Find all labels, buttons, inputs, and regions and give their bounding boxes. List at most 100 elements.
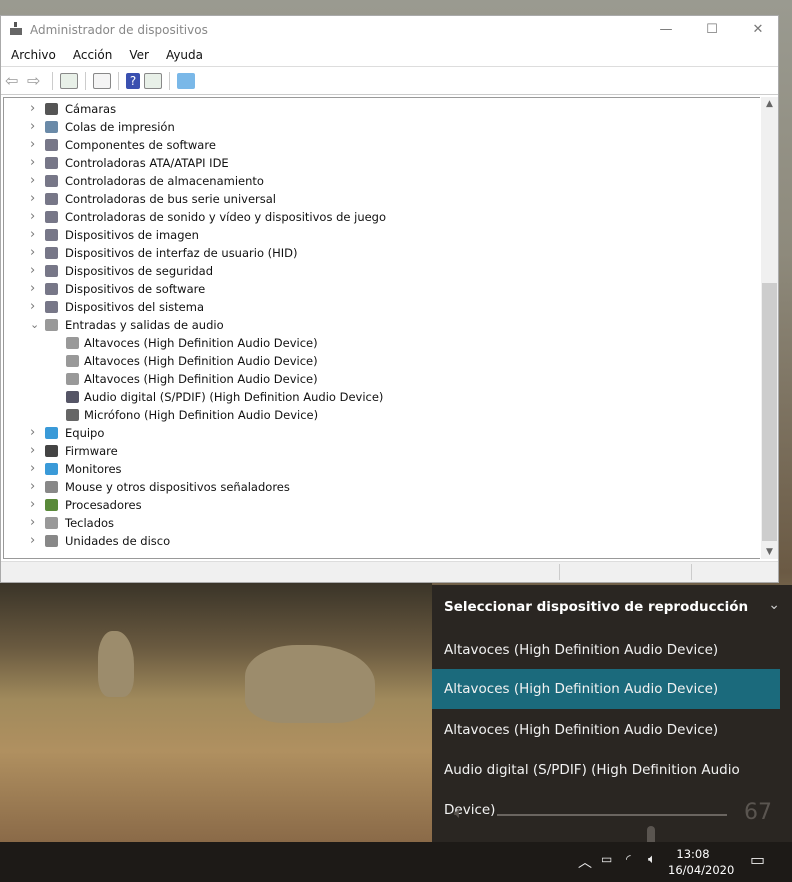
tree-item[interactable]: Altavoces (High Definition Audio Device) bbox=[4, 334, 754, 352]
tree-item-label: Controladoras ATA/ATAPI IDE bbox=[65, 156, 229, 170]
toolbar: ⇦ ⇨ ? bbox=[1, 66, 778, 95]
tree-item[interactable]: › Teclados bbox=[4, 514, 754, 532]
imaging-icon bbox=[45, 229, 58, 241]
battery-icon[interactable]: ▭ bbox=[601, 852, 612, 866]
vertical-scrollbar[interactable]: ▲ ▼ bbox=[761, 97, 778, 559]
menu-ver[interactable]: Ver bbox=[129, 48, 149, 62]
device-option[interactable]: Altavoces (High Definition Audio Device) bbox=[432, 710, 780, 750]
minimize-button[interactable]: — bbox=[643, 16, 689, 44]
clock[interactable]: 13:08 16/04/2020 bbox=[668, 846, 734, 878]
expand-chevron-icon[interactable]: › bbox=[30, 262, 38, 280]
forward-arrow-icon[interactable]: ⇨ bbox=[27, 72, 45, 89]
expand-chevron-icon[interactable]: › bbox=[30, 100, 38, 118]
network-icon[interactable]: ◜ bbox=[626, 852, 631, 866]
tree-item[interactable]: Altavoces (High Definition Audio Device) bbox=[4, 352, 754, 370]
tree-item[interactable]: › Dispositivos de interfaz de usuario (HI… bbox=[4, 244, 754, 262]
tree-item[interactable]: › Unidades de disco bbox=[4, 532, 754, 550]
expand-chevron-icon[interactable]: › bbox=[30, 136, 38, 154]
tree-item[interactable]: › Controladoras ATA/ATAPI IDE bbox=[4, 154, 754, 172]
collapse-chevron-icon[interactable]: ⌄ bbox=[30, 316, 39, 334]
tree-item[interactable]: Altavoces (High Definition Audio Device) bbox=[4, 370, 754, 388]
expand-chevron-icon[interactable]: › bbox=[30, 172, 38, 190]
expand-chevron-icon[interactable]: › bbox=[30, 280, 38, 298]
tree-item[interactable]: › Componentes de software bbox=[4, 136, 754, 154]
expand-chevron-icon[interactable]: › bbox=[30, 478, 38, 496]
menu-ayuda[interactable]: Ayuda bbox=[166, 48, 203, 62]
speaker-icon bbox=[66, 373, 79, 385]
tree-item-label: Dispositivos de seguridad bbox=[65, 264, 214, 278]
show-hidden-icons-chevron-icon[interactable]: ︿ bbox=[578, 852, 592, 872]
menu-accion[interactable]: Acción bbox=[73, 48, 112, 62]
expand-chevron-icon[interactable]: › bbox=[30, 208, 38, 226]
menu-archivo[interactable]: Archivo bbox=[11, 48, 56, 62]
tree-item[interactable]: › Controladoras de bus serie universal bbox=[4, 190, 754, 208]
device-option-selected[interactable]: Altavoces (High Definition Audio Device) bbox=[432, 669, 780, 709]
tree-item[interactable]: › Dispositivos de seguridad bbox=[4, 262, 754, 280]
volume-icon[interactable]: 🔈︎ bbox=[648, 852, 656, 867]
expand-chevron-icon[interactable]: › bbox=[30, 460, 38, 478]
device-option[interactable]: Audio digital (S/PDIF) (High Definition … bbox=[432, 750, 780, 818]
close-button[interactable]: ✕ bbox=[735, 16, 781, 44]
tree-item-label: Audio digital (S/PDIF) (High Definition … bbox=[84, 390, 384, 404]
ide-controller-icon bbox=[45, 157, 58, 169]
tree-item-label: Monitores bbox=[65, 462, 122, 476]
expand-chevron-icon[interactable]: › bbox=[30, 424, 38, 442]
expand-chevron-icon[interactable]: › bbox=[30, 514, 38, 532]
scroll-up-arrow[interactable]: ▲ bbox=[761, 99, 778, 109]
expand-chevron-icon[interactable]: › bbox=[30, 118, 38, 136]
expand-chevron-icon[interactable]: › bbox=[30, 226, 38, 244]
scroll-down-arrow[interactable]: ▼ bbox=[761, 547, 778, 557]
expand-chevron-icon[interactable]: › bbox=[30, 244, 38, 262]
properties-icon[interactable] bbox=[93, 72, 111, 89]
expand-chevron-icon[interactable]: › bbox=[30, 442, 38, 460]
scrollbar-thumb[interactable] bbox=[762, 283, 777, 541]
maximize-button[interactable]: ☐ bbox=[689, 16, 735, 44]
device-manager-window: Administrador de dispositivos — ☐ ✕ Arch… bbox=[0, 15, 779, 583]
action-pane-icon[interactable] bbox=[144, 72, 162, 89]
notifications-icon[interactable]: ▭ bbox=[750, 850, 765, 869]
expand-chevron-icon[interactable]: › bbox=[30, 532, 38, 550]
tree-item[interactable]: › Procesadores bbox=[4, 496, 754, 514]
volume-slider[interactable] bbox=[497, 814, 727, 848]
chevron-down-icon[interactable]: ⌄ bbox=[768, 597, 780, 613]
help-icon[interactable]: ? bbox=[126, 72, 140, 89]
show-hide-console-tree-icon[interactable] bbox=[60, 72, 78, 89]
status-bar bbox=[1, 561, 778, 582]
tree-item[interactable]: Micrófono (High Definition Audio Device) bbox=[4, 406, 754, 424]
tree-item[interactable]: ⌄ Entradas y salidas de audio bbox=[4, 316, 754, 334]
tree-item[interactable]: › Cámaras bbox=[4, 100, 754, 118]
tree-item-label: Altavoces (High Definition Audio Device) bbox=[84, 354, 318, 368]
tree-item-label: Dispositivos del sistema bbox=[65, 300, 204, 314]
tree-item[interactable]: Audio digital (S/PDIF) (High Definition … bbox=[4, 388, 754, 406]
tree-item[interactable]: › Controladoras de almacenamiento bbox=[4, 172, 754, 190]
tree-item-label: Dispositivos de software bbox=[65, 282, 206, 296]
tree-item[interactable]: › Monitores bbox=[4, 460, 754, 478]
clock-time: 13:08 bbox=[676, 847, 710, 861]
toolbar-separator bbox=[52, 71, 53, 90]
tree-item[interactable]: › Colas de impresión bbox=[4, 118, 754, 136]
tree-item[interactable]: › Dispositivos de imagen bbox=[4, 226, 754, 244]
status-divider bbox=[559, 564, 560, 580]
volume-value: 67 bbox=[744, 800, 772, 825]
tree-item-label: Unidades de disco bbox=[65, 534, 171, 548]
expand-chevron-icon[interactable]: › bbox=[30, 154, 38, 172]
expand-chevron-icon[interactable]: › bbox=[30, 298, 38, 316]
tree-item[interactable]: › Dispositivos del sistema bbox=[4, 298, 754, 316]
back-arrow-icon[interactable]: ⇦ bbox=[5, 72, 23, 89]
tree-item[interactable]: › Controladoras de sonido y vídeo y dispo… bbox=[4, 208, 754, 226]
scan-hardware-icon[interactable] bbox=[177, 72, 195, 89]
tree-item-label: Componentes de software bbox=[65, 138, 216, 152]
tree-item[interactable]: › Dispositivos de software bbox=[4, 280, 754, 298]
disk-drive-icon bbox=[45, 535, 58, 547]
speaker-icon[interactable]: 🔈︎ bbox=[454, 803, 464, 823]
tree-item-label: Procesadores bbox=[65, 498, 142, 512]
expand-chevron-icon[interactable]: › bbox=[30, 496, 38, 514]
tree-item-label: Dispositivos de interfaz de usuario (HID… bbox=[65, 246, 298, 260]
expand-chevron-icon[interactable]: › bbox=[30, 190, 38, 208]
camera-icon bbox=[45, 103, 58, 115]
tree-item[interactable]: › Equipo bbox=[4, 424, 754, 442]
tree-item[interactable]: › Mouse y otros dispositivos señaladores bbox=[4, 478, 754, 496]
menu-bar: Archivo Acción Ver Ayuda bbox=[1, 44, 778, 66]
device-option[interactable]: Altavoces (High Definition Audio Device) bbox=[432, 630, 780, 670]
tree-item[interactable]: › Firmware bbox=[4, 442, 754, 460]
